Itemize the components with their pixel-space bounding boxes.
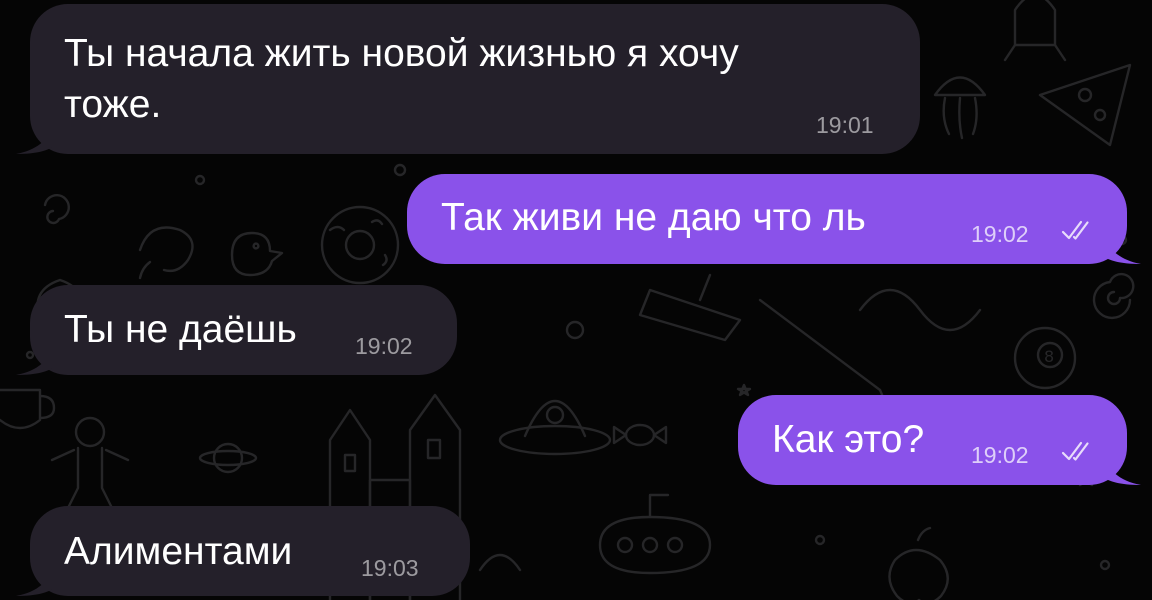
donut-doodle bbox=[320, 205, 400, 285]
message-bubble-incoming[interactable]: Ты не даёшь 19:02 bbox=[16, 285, 457, 375]
duck-doodle bbox=[230, 231, 284, 277]
message-text: Так живи не даю что ль bbox=[441, 196, 866, 239]
jellyfish-doodle bbox=[933, 76, 987, 140]
message-text: Ты не даёшь bbox=[64, 308, 297, 351]
double-check-icon bbox=[1061, 220, 1089, 240]
double-check-icon bbox=[1061, 441, 1089, 461]
message-timestamp: 19:03 bbox=[361, 555, 419, 581]
cup-doodle bbox=[0, 388, 56, 430]
message-timestamp: 19:02 bbox=[355, 333, 413, 359]
message-timestamp: 19:02 bbox=[971, 221, 1029, 247]
rocket-doodle bbox=[1003, 0, 1067, 62]
ufo-doodle bbox=[498, 399, 612, 456]
bubble-tail bbox=[16, 345, 54, 375]
submarine-doodle bbox=[598, 493, 712, 575]
eight-ball-doodle: 8 bbox=[1013, 326, 1077, 390]
message-bubble-outgoing[interactable]: Так живи не даю что ль 19:02 bbox=[407, 174, 1141, 264]
pizza-doodle bbox=[1038, 63, 1132, 147]
boat-doodle bbox=[638, 273, 742, 342]
gingerbread-doodle bbox=[50, 416, 130, 510]
bubble-tail bbox=[16, 566, 54, 596]
svg-text:8: 8 bbox=[1044, 347, 1054, 366]
candy-doodle bbox=[612, 423, 668, 447]
message-text: Как это? bbox=[772, 418, 925, 461]
chat-view: 8 Ты начала жить новой жизнью я хочу тож… bbox=[0, 0, 1152, 600]
planet-doodle bbox=[198, 442, 258, 474]
message-bubble-incoming[interactable]: Алиментами 19:03 bbox=[16, 506, 470, 596]
bubble-tail bbox=[1103, 234, 1141, 264]
shrimp-doodle bbox=[138, 226, 194, 280]
arc-doodle bbox=[478, 553, 522, 572]
swirl-doodle bbox=[43, 194, 70, 225]
bubble-tail bbox=[1103, 455, 1141, 485]
message-bubble-outgoing[interactable]: Как это? 19:02 bbox=[738, 395, 1141, 485]
message-text: тоже. bbox=[64, 83, 162, 126]
message-text: Алиментами bbox=[64, 530, 293, 573]
bubble-tail bbox=[16, 124, 54, 154]
message-bubble-incoming[interactable]: Ты начала жить новой жизнью я хочу тоже.… bbox=[16, 4, 920, 154]
wave-doodle bbox=[858, 288, 982, 332]
apple-doodle bbox=[888, 526, 949, 600]
message-text: Ты начала жить новой жизнью я хочу bbox=[64, 32, 739, 75]
spiral-doodle bbox=[1092, 272, 1135, 320]
message-timestamp: 19:01 bbox=[816, 112, 874, 138]
message-timestamp: 19:02 bbox=[971, 442, 1029, 468]
